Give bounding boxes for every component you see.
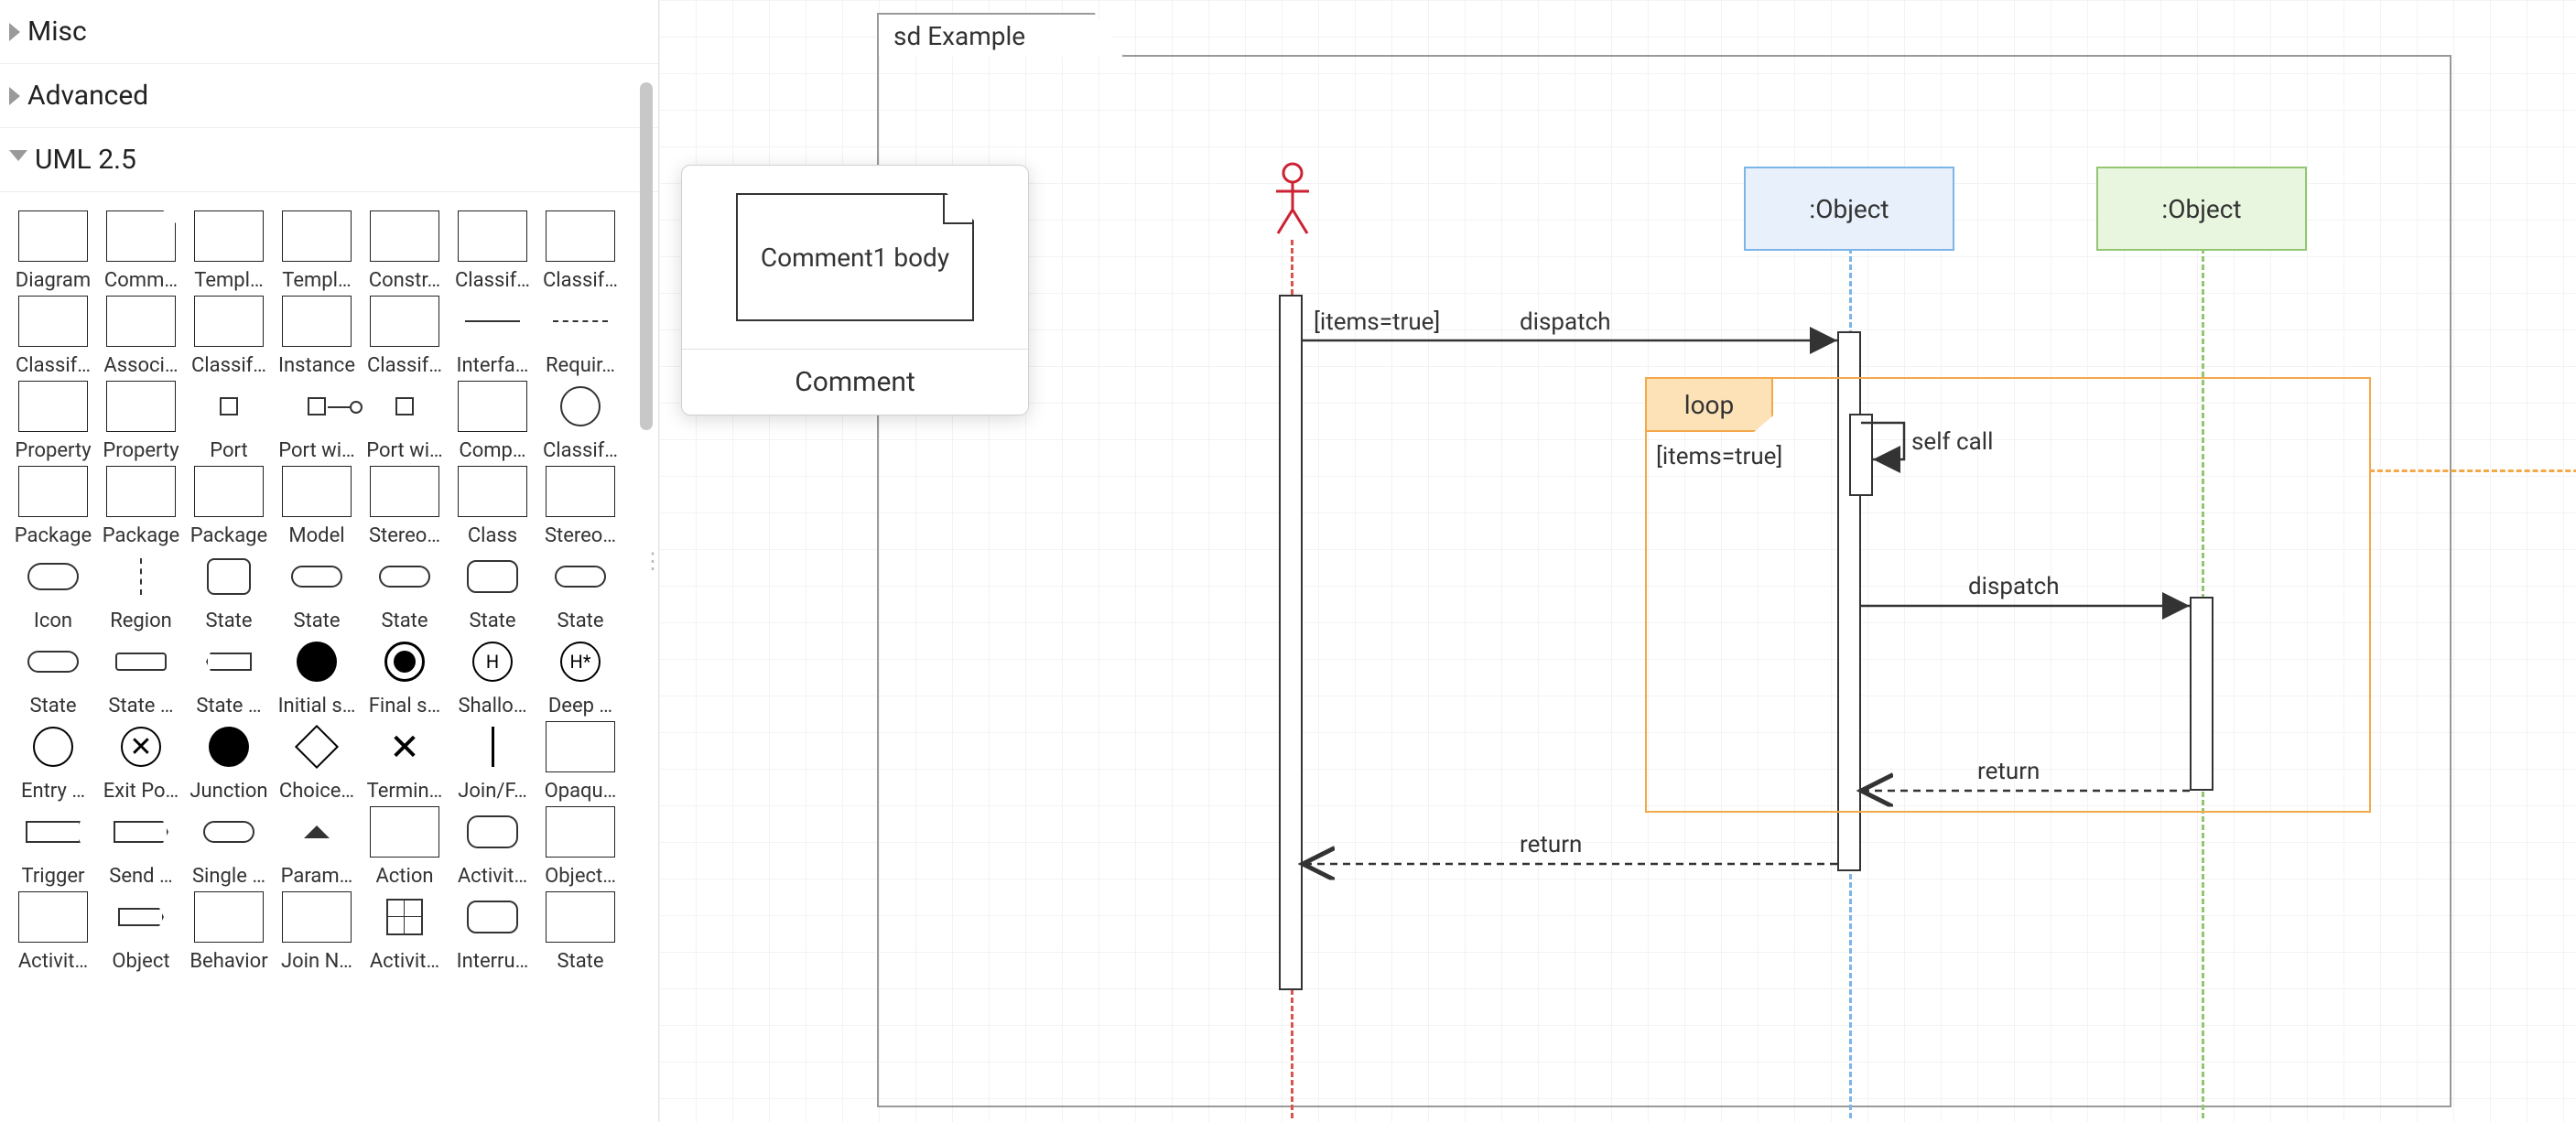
shape-port-with[interactable]: Port wi… xyxy=(275,381,359,462)
shape-state6[interactable]: State xyxy=(538,891,622,973)
shape-state-entry[interactable]: State xyxy=(11,636,95,717)
shape-behavior[interactable]: Behavior xyxy=(187,891,271,973)
loop-guard: [items=true] xyxy=(1656,443,1782,470)
shape-property2[interactable]: Property xyxy=(99,381,183,462)
shape-classifier6[interactable]: Classif… xyxy=(538,381,622,462)
shape-join-fork[interactable]: Join/F… xyxy=(450,721,535,803)
shape-trigger[interactable]: Trigger xyxy=(11,806,95,888)
shape-activity2[interactable]: Activit… xyxy=(11,891,95,973)
shape-interrupt[interactable]: Interru… xyxy=(450,891,535,973)
shape-classifier4[interactable]: Classif… xyxy=(187,296,271,377)
shape-terminate[interactable]: ✕Termin… xyxy=(363,721,447,803)
shape-entry-point[interactable]: Entry … xyxy=(11,721,95,803)
shape-package3[interactable]: Package xyxy=(187,466,271,547)
shape-port[interactable]: Port xyxy=(187,381,271,462)
shape-instance[interactable]: Instance xyxy=(275,296,359,377)
shape-classifier5[interactable]: Classif… xyxy=(363,296,447,377)
diagram-canvas[interactable]: ⋮ Comment1 body Comment sd Example :Obje… xyxy=(659,0,2576,1122)
frame-title: sd Example xyxy=(877,13,1124,57)
actor-icon[interactable] xyxy=(1272,162,1313,235)
splitter-handle[interactable]: ⋮ xyxy=(648,534,657,588)
category-advanced[interactable]: Advanced xyxy=(0,64,658,128)
shape-constraint[interactable]: Constr… xyxy=(363,210,447,292)
shape-package2[interactable]: Package xyxy=(99,466,183,547)
shape-join-node[interactable]: Join N… xyxy=(275,891,359,973)
shape-object2[interactable]: Object xyxy=(99,891,183,973)
shape-opaque[interactable]: Opaqu… xyxy=(538,721,622,803)
shape-state5[interactable]: State xyxy=(538,551,622,632)
shape-activity[interactable]: Activit… xyxy=(450,806,535,888)
category-misc[interactable]: Misc xyxy=(0,0,658,64)
shape-state-tag[interactable]: State … xyxy=(187,636,271,717)
shape-palette: Diagram Comm… Templ… Templ… Constr… Clas… xyxy=(0,192,658,991)
shape-deep-history[interactable]: H*Deep … xyxy=(538,636,622,717)
note-connector[interactable] xyxy=(2369,469,2576,472)
shape-stereotype[interactable]: Stereo… xyxy=(363,466,447,547)
shape-association[interactable]: Associ… xyxy=(99,296,183,377)
loop-tab: loop xyxy=(1645,377,1773,432)
shape-comment[interactable]: Comm… xyxy=(99,210,183,292)
shape-requirement[interactable]: Requir… xyxy=(538,296,622,377)
shape-exit-point[interactable]: ✕Exit Po… xyxy=(99,721,183,803)
shape-object[interactable]: Object… xyxy=(538,806,622,888)
msg-dispatch-1: dispatch xyxy=(1520,308,1611,336)
shape-state3[interactable]: State xyxy=(363,551,447,632)
loop-fragment[interactable]: loop [items=true] xyxy=(1645,377,2371,813)
shape-sidebar: Misc Advanced UML 2.5 Diagram Comm… Temp… xyxy=(0,0,659,1122)
shape-stereotype2[interactable]: Stereo… xyxy=(538,466,622,547)
shape-final-state[interactable]: Final s… xyxy=(363,636,447,717)
shape-class[interactable]: Class xyxy=(450,466,535,547)
shape-classifier[interactable]: Classif… xyxy=(450,210,535,292)
exec-actor[interactable] xyxy=(1279,295,1303,990)
shape-model[interactable]: Model xyxy=(275,466,359,547)
shape-classifier2[interactable]: Classif… xyxy=(538,210,622,292)
shape-port-with2[interactable]: Port wi… xyxy=(363,381,447,462)
shape-region[interactable]: Region xyxy=(99,551,183,632)
shape-template2[interactable]: Templ… xyxy=(275,210,359,292)
shape-tooltip: Comment1 body Comment xyxy=(681,165,1029,415)
sidebar-scrollbar[interactable] xyxy=(640,82,653,430)
shape-component[interactable]: Comp… xyxy=(450,381,535,462)
shape-icon[interactable]: Icon xyxy=(11,551,95,632)
shape-single[interactable]: Single … xyxy=(187,806,271,888)
guard-text-1: [items=true] xyxy=(1314,308,1440,336)
category-uml25[interactable]: UML 2.5 xyxy=(0,128,658,192)
shape-activity3[interactable]: Activit… xyxy=(363,891,447,973)
shape-interface[interactable]: Interfa… xyxy=(450,296,535,377)
shape-state4[interactable]: State xyxy=(450,551,535,632)
shape-state-label[interactable]: State … xyxy=(99,636,183,717)
shape-param[interactable]: Param… xyxy=(275,806,359,888)
shape-initial-state[interactable]: Initial s… xyxy=(275,636,359,717)
shape-action[interactable]: Action xyxy=(363,806,447,888)
shape-property[interactable]: Property xyxy=(11,381,95,462)
shape-shallow-history[interactable]: HShallo… xyxy=(450,636,535,717)
shape-state[interactable]: State xyxy=(187,551,271,632)
object-header-1[interactable]: :Object xyxy=(1744,167,1954,251)
shape-package[interactable]: Package xyxy=(11,466,95,547)
shape-choice[interactable]: Choice… xyxy=(275,721,359,803)
object-header-2[interactable]: :Object xyxy=(2096,167,2307,251)
msg-return-2: return xyxy=(1520,831,1582,858)
sequence-frame[interactable]: sd Example :Object :Object xyxy=(877,55,2452,1107)
shape-diagram[interactable]: Diagram xyxy=(11,210,95,292)
shape-send-signal[interactable]: Send … xyxy=(99,806,183,888)
shape-template[interactable]: Templ… xyxy=(187,210,271,292)
shape-junction[interactable]: Junction xyxy=(187,721,271,803)
shape-state2[interactable]: State xyxy=(275,551,359,632)
shape-classifier3[interactable]: Classif… xyxy=(11,296,95,377)
